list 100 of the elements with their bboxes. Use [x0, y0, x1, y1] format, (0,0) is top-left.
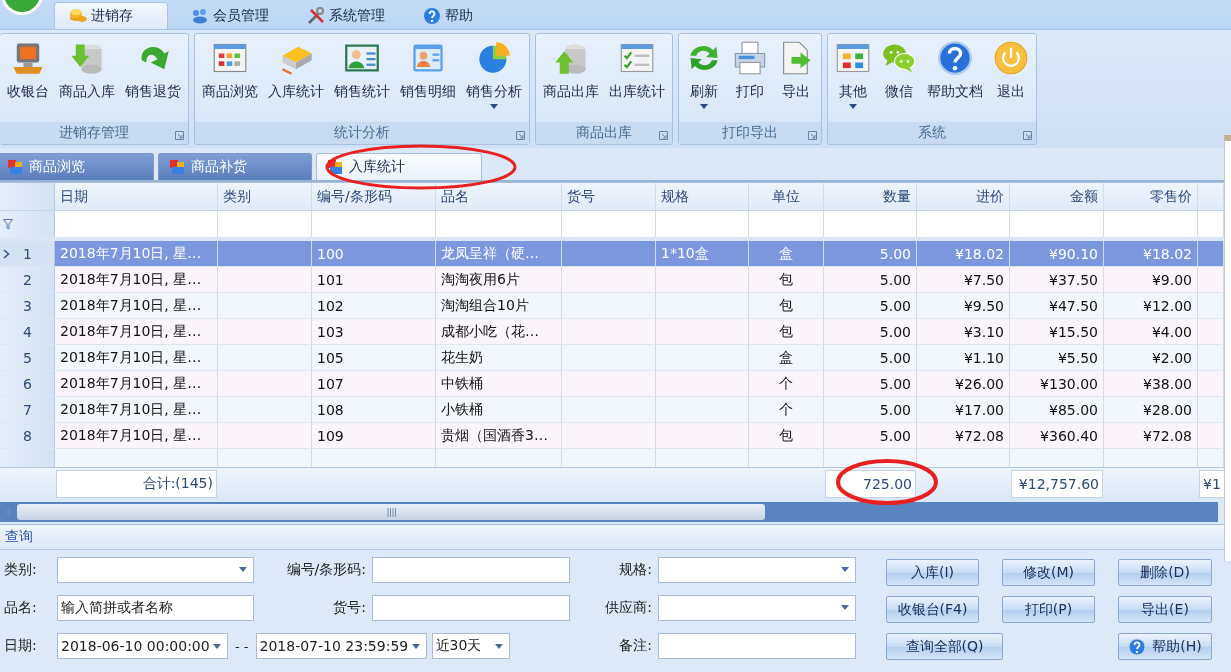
table-row[interactable]: 7 2018年7月10日, 星… 108 小铁桶 个 5.00 ¥17.00 ¥85.00 ¥28.00 — [0, 397, 1224, 423]
action-button[interactable]: 查询全部(Q) — [886, 633, 1003, 660]
action-button[interactable]: 收银台(F4) — [886, 596, 979, 623]
row-header[interactable]: 1 — [0, 241, 55, 266]
document-tab[interactable]: 入库统计 — [316, 153, 482, 180]
dialog-launcher-icon[interactable] — [808, 131, 817, 140]
ribbon-button[interactable]: 入库统计 — [263, 38, 329, 122]
row-pointer-icon — [3, 248, 10, 259]
action-button[interactable]: 入库(I) — [886, 559, 979, 586]
ribbon-button[interactable]: 商品浏览 — [197, 38, 263, 122]
row-header[interactable]: 8 — [0, 423, 55, 448]
column-header[interactable]: 数量 — [824, 183, 917, 210]
combo-box[interactable] — [658, 556, 856, 583]
menu-tab[interactable]: 进销存 — [54, 2, 168, 29]
column-header[interactable]: 规格 — [656, 183, 749, 210]
ribbon-button[interactable]: 其他 — [830, 38, 876, 122]
ribbon-button[interactable]: 商品入库 — [54, 38, 120, 122]
column-header[interactable]: 零售价 — [1104, 183, 1198, 210]
ribbon-button[interactable]: 销售分析 — [461, 38, 527, 122]
group-label: 商品出库 — [576, 124, 632, 142]
ribbon-button[interactable]: 打印 — [727, 38, 773, 122]
row-header[interactable]: 3 — [0, 293, 55, 318]
row-header[interactable]: 6 — [0, 371, 55, 396]
table-cell: ¥12.00 — [1104, 293, 1198, 318]
action-button[interactable]: 打印(P) — [1002, 596, 1095, 623]
table-row[interactable]: 6 2018年7月10日, 星… 107 中铁桶 个 5.00 ¥26.00 ¥130.00 ¥38.00 — [0, 371, 1224, 397]
action-button[interactable]: 修改(M) — [1002, 559, 1095, 586]
filter-icon[interactable] — [3, 218, 13, 230]
action-button[interactable]: 删除(D) — [1118, 559, 1212, 586]
table-cell: ¥130.00 — [1010, 371, 1104, 396]
row-header[interactable] — [0, 449, 55, 467]
ribbon-button[interactable]: 销售退货 — [120, 38, 186, 122]
ribbon-button[interactable]: 帮助文档 — [922, 38, 988, 122]
table-cell: ¥18.02 — [1104, 241, 1198, 266]
table-cell: ¥1.10 — [917, 345, 1010, 370]
column-header[interactable]: 日期 — [55, 183, 218, 210]
table-row[interactable]: 5 2018年7月10日, 星… 105 花生奶 盒 5.00 ¥1.10 ¥5.50 ¥2.00 — [0, 345, 1224, 371]
action-button[interactable]: 导出(E) — [1118, 596, 1212, 623]
dialog-launcher-icon[interactable] — [175, 131, 184, 140]
row-header[interactable]: 2 — [0, 267, 55, 292]
dialog-launcher-icon[interactable] — [659, 131, 668, 140]
row-number: 7 — [23, 401, 32, 418]
table-row[interactable]: 4 2018年7月10日, 星… 103 成都小吃（花… 包 5.00 ¥3.10 ¥15.50 ¥4.00 — [0, 319, 1224, 345]
ribbon-button[interactable]: 导出 — [773, 38, 819, 122]
menu-tab[interactable]: 系统管理 — [292, 2, 400, 29]
column-header[interactable]: 货号 — [562, 183, 656, 210]
caret-icon — [849, 104, 857, 109]
horizontal-scrollbar[interactable] — [0, 502, 1218, 522]
input-field[interactable] — [372, 595, 570, 621]
ribbon-button[interactable]: 退出 — [988, 38, 1034, 122]
power-icon — [993, 40, 1029, 76]
table-cell: ¥360.40 — [1010, 423, 1104, 448]
row-header[interactable]: 5 — [0, 345, 55, 370]
ribbon-button[interactable]: 销售明细 — [395, 38, 461, 122]
column-header[interactable]: 品名 — [436, 183, 562, 210]
menu-tab[interactable]: 帮助 — [408, 2, 488, 29]
scrollbar-thumb[interactable] — [17, 504, 765, 520]
dialog-launcher-icon[interactable] — [516, 131, 525, 140]
date-picker[interactable]: 2018-06-10 00:00:00 — [57, 633, 228, 660]
caret-icon — [490, 104, 498, 109]
ribbon-button[interactable]: 销售统计 — [329, 38, 395, 122]
input-field[interactable] — [658, 633, 856, 660]
table-cell: 5.00 — [824, 397, 917, 422]
form-icon — [7, 159, 23, 175]
table-cell: ¥17.00 — [917, 397, 1010, 422]
table-cell: 盒 — [749, 241, 824, 266]
input-field[interactable]: 输入简拼或者名称 — [57, 595, 254, 621]
column-header[interactable]: 编号/条形码 — [312, 183, 436, 210]
table-cell: 包 — [749, 423, 824, 448]
input-field[interactable] — [372, 556, 570, 583]
date-picker[interactable]: 2018-07-10 23:59:59 — [255, 633, 427, 660]
ribbon-button[interactable]: 刷新 — [681, 38, 727, 122]
column-header[interactable]: 进价 — [917, 183, 1010, 210]
field-label: 日期: — [3, 637, 38, 656]
table-cell: ¥9.00 — [1104, 267, 1198, 292]
menu-tab[interactable]: 会员管理 — [176, 2, 284, 29]
table-cell: 2018年7月10日, 星… — [55, 241, 218, 266]
action-button[interactable]: 帮助(H) — [1118, 633, 1212, 660]
row-header[interactable]: 4 — [0, 319, 55, 344]
dialog-launcher-icon[interactable] — [1023, 131, 1032, 140]
combo-box[interactable]: 近30天 — [431, 633, 510, 660]
table-row[interactable]: 8 2018年7月10日, 星… 109 贵烟（国酒香3… 包 5.00 ¥72.08 ¥360.40 ¥72.08 — [0, 423, 1224, 449]
tools-icon — [307, 7, 325, 25]
combo-box[interactable] — [57, 556, 254, 583]
table-cell: 105 — [312, 345, 436, 370]
table-row[interactable]: 3 2018年7月10日, 星… 102 淘淘组合10片 包 5.00 ¥9.50 ¥47.50 ¥12.00 — [0, 293, 1224, 319]
group-label: 统计分析 — [334, 124, 390, 142]
combo-box[interactable] — [658, 595, 856, 621]
field-label: 供应商: — [604, 599, 653, 617]
ribbon-button[interactable]: 出库统计 — [604, 38, 670, 122]
ribbon-button[interactable]: 收银台 — [2, 38, 54, 122]
column-header[interactable]: 类别 — [218, 183, 312, 210]
help-icon — [1128, 637, 1147, 656]
column-header[interactable]: 金额 — [1010, 183, 1104, 210]
column-header[interactable]: 单位 — [749, 183, 824, 210]
row-header[interactable]: 7 — [0, 397, 55, 422]
table-row[interactable]: 1 2018年7月10日, 星… 100 龙凤呈祥（硬… 1*10盒 盒 5.00 ¥18.02 ¥90.10 ¥18.02 — [0, 241, 1224, 267]
table-row[interactable]: 2 2018年7月10日, 星… 101 淘淘夜用6片 包 5.00 ¥7.50 ¥37.50 ¥9.00 — [0, 267, 1224, 293]
ribbon-button[interactable]: 商品出库 — [538, 38, 604, 122]
ribbon-button[interactable]: 微信 — [876, 38, 922, 122]
